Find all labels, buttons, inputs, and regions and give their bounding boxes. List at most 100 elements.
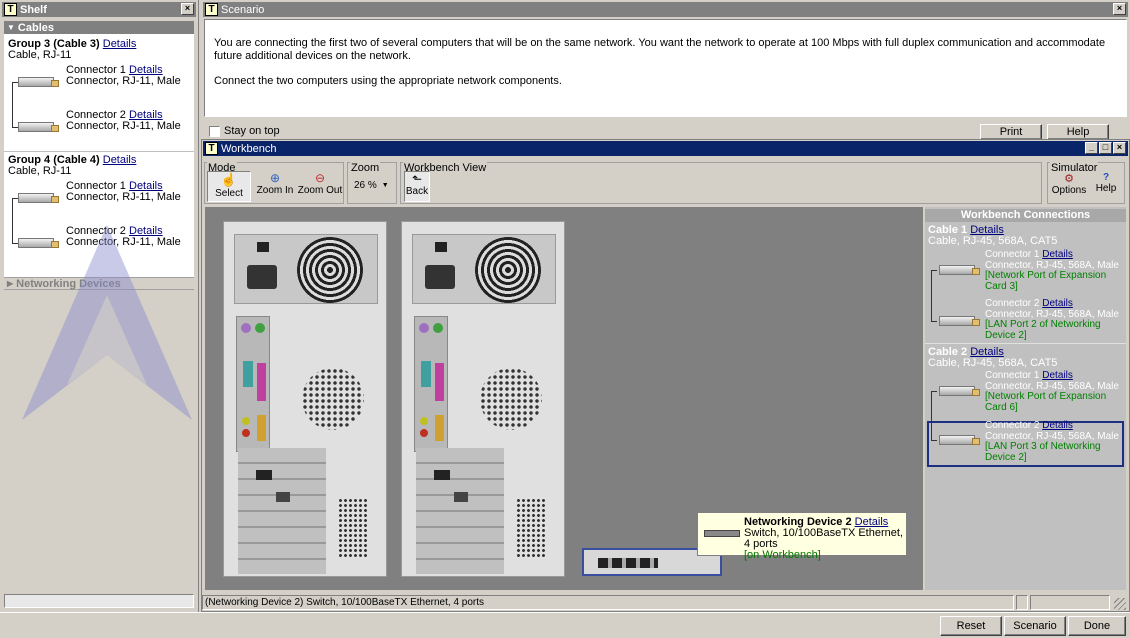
select-tool-button[interactable]: ☝ Select bbox=[207, 171, 251, 202]
scenario-help-button[interactable]: Help bbox=[1047, 124, 1109, 140]
group-details-link[interactable]: Details bbox=[103, 38, 137, 50]
io-panel bbox=[236, 316, 270, 452]
magnifier-plus-icon: ⊕ bbox=[269, 171, 281, 185]
expansion-slots bbox=[238, 448, 326, 574]
connector-details-link[interactable]: Details bbox=[1042, 370, 1073, 381]
power-socket-icon bbox=[425, 265, 455, 289]
connector-details-link[interactable]: Details bbox=[1042, 298, 1073, 309]
network-port-icon bbox=[256, 470, 272, 480]
maximize-button[interactable]: □ bbox=[1099, 142, 1112, 154]
scenario-title-bar: T Scenario × bbox=[203, 2, 1128, 17]
shelf-group-3[interactable]: Group 3 (Cable 3) Details Cable, RJ-11 C… bbox=[4, 34, 194, 150]
connector-info: Connector 1 Details Connector, RJ-45, 56… bbox=[985, 370, 1119, 413]
app-logo-icon: T bbox=[205, 142, 218, 155]
group-subtitle: Cable, RJ-11 bbox=[8, 49, 72, 61]
workbench-window: T Workbench _ □ × Mode ☝ Select ⊕ Zoom I… bbox=[201, 139, 1130, 612]
resize-grip-icon[interactable] bbox=[1114, 598, 1126, 610]
status-text: (Networking Device 2) Switch, 10/100Base… bbox=[205, 597, 485, 608]
done-button[interactable]: Done bbox=[1068, 616, 1126, 636]
group-subtitle: Cable, RJ-11 bbox=[8, 165, 72, 177]
shelf-panel: T Shelf × ▼ Cables Group 3 (Cable 3) Det… bbox=[0, 0, 199, 612]
shelf-title-bar: T Shelf × bbox=[2, 2, 196, 17]
cable-subtitle: Cable, RJ-45, 568A, CAT5 bbox=[928, 235, 1058, 247]
rj11-connector-icon bbox=[18, 77, 59, 87]
status-bar-pane bbox=[1016, 595, 1028, 610]
cables-section-label: Cables bbox=[17, 21, 54, 34]
switch-ports-icon bbox=[598, 558, 658, 568]
vent-holes-icon bbox=[338, 498, 368, 558]
simulator-group: Simulator ⚙ Options ? Help bbox=[1047, 162, 1125, 204]
tooltip-desc: Switch, 10/100BaseTX Ethernet, 4 ports bbox=[744, 527, 903, 550]
audio-jack-icon bbox=[420, 417, 428, 425]
shelf-title: Shelf bbox=[20, 3, 47, 16]
tooltip-state: [on Workbench] bbox=[744, 549, 821, 561]
workbench-close-button[interactable]: × bbox=[1113, 142, 1126, 154]
back-view-icon: ⬑ bbox=[411, 172, 423, 186]
connector-info: Connector 2 Details Connector, RJ-11, Ma… bbox=[66, 109, 181, 132]
bottom-bar: Reset Scenario Done bbox=[0, 612, 1130, 638]
minimize-button[interactable]: _ bbox=[1085, 142, 1098, 154]
power-switch-icon bbox=[435, 242, 447, 252]
serial-port-icon bbox=[243, 361, 253, 387]
mode-group: Mode ☝ Select ⊕ Zoom In ⊖ Zoom Out bbox=[204, 162, 344, 204]
cable-line-icon bbox=[931, 270, 937, 322]
rj11-connector-icon bbox=[18, 122, 59, 132]
vent-grille-icon bbox=[302, 368, 364, 430]
connections-header: Workbench Connections bbox=[925, 209, 1126, 222]
connector-info: Connector 1 Details Connector, RJ-11, Ma… bbox=[66, 180, 181, 203]
divider bbox=[925, 343, 1126, 344]
power-switch-icon bbox=[257, 242, 269, 252]
scenario-button[interactable]: Scenario bbox=[1004, 616, 1066, 636]
workbench-canvas[interactable]: Networking Device 2 Details Switch, 10/1… bbox=[205, 207, 923, 590]
shelf-scrollbar[interactable] bbox=[4, 594, 194, 608]
rj45-connector-icon bbox=[939, 386, 980, 396]
ps2-port-icon bbox=[433, 323, 443, 333]
ps2-port-icon bbox=[419, 323, 429, 333]
fan-icon bbox=[475, 237, 541, 303]
fan-icon bbox=[297, 237, 363, 303]
magnifier-minus-icon: ⊖ bbox=[314, 171, 326, 185]
checkbox-icon bbox=[209, 125, 220, 137]
connection-cable-1[interactable]: Cable 1 Details Cable, RJ-45, 568A, CAT5… bbox=[925, 222, 1126, 342]
simulator-help-button[interactable]: ? Help bbox=[1092, 172, 1120, 203]
connector-details-link[interactable]: Details bbox=[1042, 249, 1073, 260]
cables-section-header[interactable]: ▼ Cables bbox=[4, 21, 194, 34]
connector-details-link[interactable]: Details bbox=[1042, 420, 1073, 431]
group-details-link[interactable]: Details bbox=[103, 154, 137, 166]
shelf-close-button[interactable]: × bbox=[181, 3, 194, 15]
switch-icon bbox=[704, 530, 740, 537]
reset-button[interactable]: Reset bbox=[940, 616, 1002, 636]
computer-1[interactable] bbox=[223, 221, 387, 577]
zoom-out-button[interactable]: ⊖ Zoom Out bbox=[297, 171, 343, 202]
workbench-view-group: Workbench View ⬑ Back bbox=[400, 162, 1042, 204]
cable-subtitle: Cable, RJ-45, 568A, CAT5 bbox=[928, 357, 1058, 369]
network-port-icon bbox=[276, 492, 290, 502]
hand-pointer-icon: ☝ bbox=[220, 172, 238, 187]
print-button[interactable]: Print bbox=[980, 124, 1042, 140]
workbench-connections-panel: Workbench Connections Cable 1 Details Ca… bbox=[925, 207, 1126, 590]
connector-info: Connector 2 Details Connector, RJ-45, 56… bbox=[985, 420, 1119, 463]
vent-grille-icon bbox=[480, 368, 542, 430]
rj45-connector-icon bbox=[939, 316, 980, 326]
network-port-icon bbox=[434, 470, 450, 480]
watermark-logo-icon bbox=[22, 225, 192, 420]
zoom-in-button[interactable]: ⊕ Zoom In bbox=[255, 171, 295, 202]
back-button[interactable]: ⬑ Back bbox=[404, 171, 430, 202]
computer-2[interactable] bbox=[401, 221, 565, 577]
stay-on-top-checkbox[interactable]: Stay on top bbox=[209, 125, 280, 137]
scenario-title: Scenario bbox=[221, 3, 265, 16]
app-logo-icon: T bbox=[4, 3, 17, 16]
app-logo-icon: T bbox=[205, 3, 218, 16]
zoom-select[interactable]: 26 % ▼ bbox=[354, 180, 389, 191]
scenario-close-button[interactable]: × bbox=[1113, 3, 1126, 15]
connection-cable-2[interactable]: Cable 2 Details Cable, RJ-45, 568A, CAT5… bbox=[925, 345, 1126, 467]
dropdown-arrow-icon: ▼ bbox=[381, 182, 389, 189]
scenario-text-area: You are connecting the first two of seve… bbox=[204, 19, 1127, 117]
options-button[interactable]: ⚙ Options bbox=[1051, 172, 1087, 203]
expand-arrow-icon: ▶ bbox=[7, 279, 14, 288]
power-supply bbox=[234, 234, 378, 304]
zoom-group: Zoom 26 % ▼ bbox=[347, 162, 397, 204]
power-supply bbox=[412, 234, 556, 304]
connector-info: Connector 2 Details Connector, RJ-45, 56… bbox=[985, 298, 1119, 341]
scenario-window: T Scenario × You are connecting the firs… bbox=[201, 0, 1130, 140]
